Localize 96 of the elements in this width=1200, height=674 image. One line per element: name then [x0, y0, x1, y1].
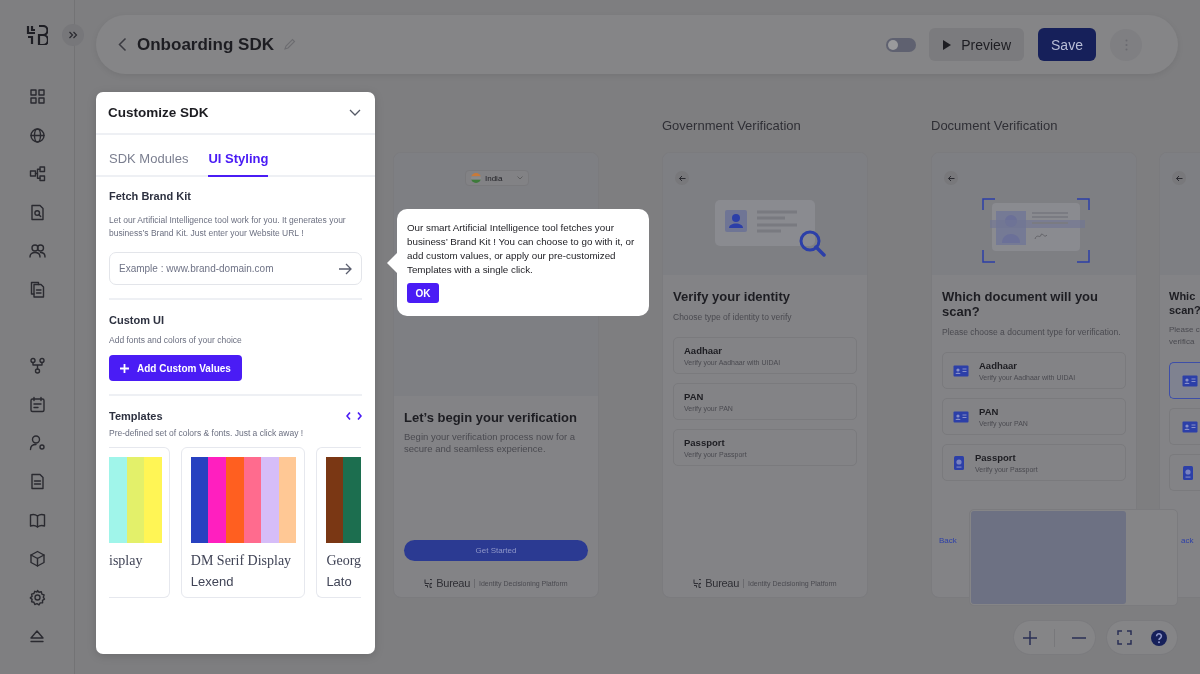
- arrow-right-icon[interactable]: [338, 262, 352, 275]
- option-title: PAN: [684, 391, 705, 402]
- section-heading: Fetch Brand Kit: [109, 190, 192, 202]
- option-title: Passport: [975, 452, 1017, 463]
- screen-title: Verify your identity: [673, 289, 792, 304]
- help-icon: [1151, 629, 1168, 646]
- brand-name: Bureau: [705, 577, 739, 589]
- tab[interactable]: UI Styling: [208, 151, 269, 177]
- option-title: Passport: [684, 437, 726, 448]
- section-description: Add fonts and colors of your choice: [109, 334, 243, 347]
- fullscreen-button[interactable]: [1116, 630, 1132, 645]
- eject-icon[interactable]: [29, 629, 45, 643]
- option-card[interactable]: [1169, 454, 1200, 491]
- back-button[interactable]: [944, 171, 958, 185]
- arrow-left-icon: [1175, 174, 1183, 182]
- plus-icon: [1022, 630, 1037, 645]
- template-card[interactable]: Georg Lato: [316, 447, 361, 598]
- section-description: Let our Artificial Intelligence tool work for you. It generates your business’s Brand Kit. Just enter your Website URL !: [109, 214, 347, 240]
- option-title: Aadhaar: [979, 360, 1018, 371]
- screen-title: Let’s begin your verification: [404, 410, 578, 425]
- arrow-left-icon: [947, 174, 955, 182]
- option-card[interactable]: [1169, 408, 1200, 445]
- users-icon[interactable]: [29, 242, 46, 260]
- previous-button[interactable]: [346, 412, 351, 420]
- back-button[interactable]: [675, 171, 689, 185]
- option-card[interactable]: [1169, 362, 1200, 399]
- double-chevron-icon: [68, 30, 78, 40]
- page-title: Onboarding SDK: [137, 34, 274, 55]
- zoom-in-button[interactable]: [1022, 630, 1037, 645]
- back-link[interactable]: ack: [1181, 536, 1194, 545]
- document-search-icon[interactable]: [29, 203, 46, 221]
- body-font-name: Lexend: [190, 574, 235, 589]
- arrow-left-icon: [678, 174, 686, 182]
- passport-icon: [953, 454, 965, 471]
- fullscreen-icon: [1116, 630, 1132, 645]
- ok-button[interactable]: OK: [407, 283, 439, 303]
- brand-name: Bureau: [436, 577, 470, 589]
- passport-icon: [1182, 464, 1194, 481]
- save-button[interactable]: Save: [1038, 28, 1096, 61]
- chevron-left-icon: [346, 412, 351, 420]
- chevron-down-icon[interactable]: [349, 109, 361, 116]
- brand-logo-icon: [693, 578, 702, 588]
- globe-icon[interactable]: [29, 126, 46, 144]
- url-field[interactable]: Example : www.brand-domain.com: [109, 252, 362, 285]
- add-custom-values-button[interactable]: Add Custom Values: [109, 355, 242, 381]
- zoom-out-button[interactable]: [1072, 636, 1087, 639]
- option-title: Aadhaar: [684, 345, 723, 356]
- screen-title: Which document will you scan?: [942, 289, 1099, 319]
- next-button[interactable]: [357, 412, 362, 420]
- tab[interactable]: SDK Modules: [109, 151, 189, 177]
- country-name: India: [485, 173, 503, 183]
- back-button[interactable]: [1172, 171, 1186, 185]
- country-dropdown[interactable]: India: [465, 170, 529, 186]
- plus-icon: [120, 363, 129, 373]
- play-icon: [942, 38, 953, 51]
- book-icon[interactable]: [29, 511, 46, 529]
- column-heading: Document Verification: [931, 118, 1059, 135]
- logo-icon[interactable]: [26, 25, 48, 45]
- id-card-icon: [1182, 374, 1198, 387]
- section-heading: Templates: [109, 410, 163, 422]
- expand-button[interactable]: [62, 24, 84, 46]
- back-chevron-icon[interactable]: [118, 37, 127, 52]
- id-card-icon: [1182, 420, 1198, 433]
- heading-font-name: Georg: [326, 553, 361, 569]
- id-card-icon: [953, 410, 969, 423]
- calendar-icon[interactable]: [29, 395, 46, 413]
- tooltip-text: Our smart Artificial Intelligence tool fetches your business’ Brand Kit ! You can choose to go with it, or add custom values, or apply our pre-customized Templates with a single click.: [407, 221, 636, 277]
- section-heading: Custom UI: [109, 314, 165, 326]
- panel-title: Customize SDK: [108, 105, 209, 120]
- cube-icon[interactable]: [29, 550, 46, 568]
- brand-logo-icon: [424, 578, 433, 588]
- flag-icon: [471, 173, 481, 183]
- template-card[interactable]: DM Serif Display Lexend: [180, 447, 306, 598]
- settings-icon[interactable]: [29, 588, 46, 606]
- get-started-button[interactable]: Get Started: [404, 540, 588, 561]
- body-font-name: Lato: [326, 574, 353, 589]
- id-card-icon: [953, 364, 969, 377]
- template-card[interactable]: isplay: [109, 447, 170, 598]
- column-heading: Government Verification: [662, 118, 802, 135]
- back-link[interactable]: Back: [939, 536, 957, 545]
- heading-font-name: isplay: [109, 553, 144, 569]
- branches-icon[interactable]: [29, 357, 46, 375]
- help-button[interactable]: [1151, 629, 1168, 646]
- chevron-right-icon: [357, 412, 362, 420]
- preview-button[interactable]: Preview: [929, 28, 1024, 61]
- grid-icon[interactable]: [29, 88, 46, 105]
- documents-icon[interactable]: [29, 280, 46, 298]
- section-description: Pre-defined set of colors & fonts. Just a click away !: [109, 427, 305, 440]
- nodes-icon[interactable]: [29, 165, 46, 183]
- chevron-down-icon: [517, 176, 523, 180]
- minus-icon: [1072, 636, 1087, 639]
- screen-title: Whic scan?: [1169, 289, 1200, 317]
- document-icon[interactable]: [29, 472, 46, 490]
- heading-font-name: DM Serif Display: [190, 553, 293, 569]
- toggle-switch[interactable]: [886, 37, 917, 52]
- option-title: PAN: [979, 406, 1000, 417]
